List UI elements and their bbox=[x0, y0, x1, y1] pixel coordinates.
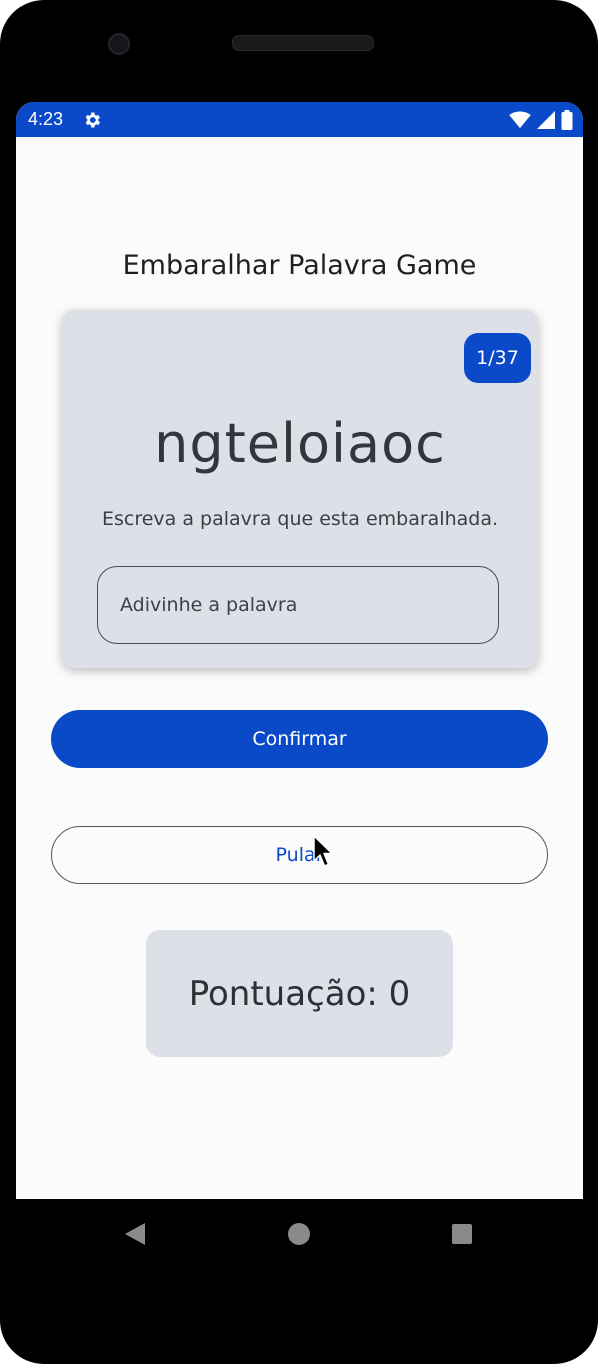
back-icon[interactable] bbox=[123, 1222, 147, 1246]
front-camera bbox=[108, 33, 130, 55]
wifi-icon bbox=[509, 111, 531, 129]
app-screen: 4:23 Embaralhar Palavra Game 1/37 ngtelo… bbox=[16, 102, 583, 1199]
earpiece-speaker bbox=[232, 35, 374, 51]
instructions-text: Escreva a palavra que esta embaralhada. bbox=[101, 508, 499, 530]
confirm-button[interactable]: Confirmar bbox=[51, 710, 548, 768]
mouse-pointer-icon bbox=[313, 835, 333, 867]
word-card: 1/37 ngteloiaoc Escreva a palavra que es… bbox=[62, 310, 538, 668]
scrambled-word: ngteloiaoc bbox=[154, 412, 446, 475]
word-count-badge: 1/37 bbox=[464, 333, 531, 383]
phone-frame: 4:23 Embaralhar Palavra Game 1/37 ngtelo… bbox=[0, 0, 598, 1364]
signal-icon bbox=[537, 111, 555, 129]
status-icons bbox=[509, 110, 573, 130]
page-title: Embaralhar Palavra Game bbox=[122, 250, 477, 281]
skip-button[interactable]: Pular bbox=[51, 826, 548, 884]
status-bar: 4:23 bbox=[16, 102, 583, 137]
recents-icon[interactable] bbox=[452, 1224, 472, 1244]
gear-icon bbox=[85, 112, 100, 128]
home-icon[interactable] bbox=[288, 1223, 310, 1245]
score-text: Pontuação: 0 bbox=[188, 973, 411, 1014]
status-time: 4:23 bbox=[28, 109, 64, 129]
battery-icon bbox=[561, 110, 573, 130]
guess-input-placeholder: Adivinhe a palavra bbox=[120, 594, 298, 616]
guess-input[interactable]: Adivinhe a palavra bbox=[97, 566, 499, 644]
score-display: Pontuação: 0 bbox=[146, 930, 453, 1057]
